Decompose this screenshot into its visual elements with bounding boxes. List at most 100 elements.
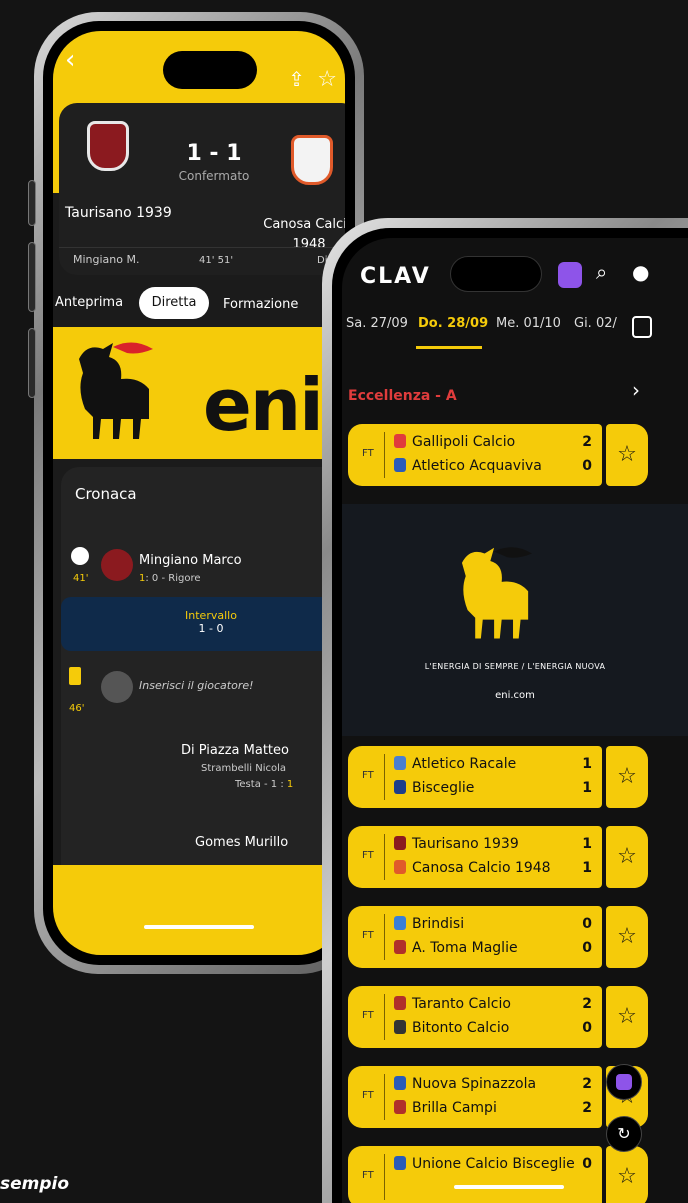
match-card[interactable]: FT Brindisi A. Toma Maglie 0 0	[348, 906, 602, 968]
bottom-bar	[53, 865, 345, 955]
home-score: 2	[582, 434, 592, 450]
six-legged-dog-icon	[79, 342, 153, 439]
away-team: A. Toma Maglie	[394, 940, 518, 956]
date-tab[interactable]: Me. 01/10	[496, 316, 561, 331]
match-tabs: Anteprima Diretta Formazione	[53, 287, 345, 327]
team-crest-icon	[394, 1020, 406, 1034]
home-team-name: Nuova Spinazzola	[412, 1076, 537, 1092]
eni-advert[interactable]: L'ENERGIA DI SEMPRE / L'ENERGIA NUOVA en…	[342, 504, 688, 736]
home-scorer: Mingiano M.	[73, 253, 140, 266]
goal-detail-text: Testa - 1 :	[235, 779, 287, 790]
ad-url[interactable]: eni.com	[342, 690, 688, 701]
back-icon[interactable]: ‹	[65, 45, 75, 75]
date-tab[interactable]: Gi. 02/	[574, 316, 617, 331]
match-row[interactable]: FT Taurisano 1939 Canosa Calcio 1948 1 1…	[348, 826, 648, 888]
divider	[384, 834, 385, 880]
tab-formazione[interactable]: Formazione	[223, 297, 298, 312]
halftime-score: 1 - 0	[198, 622, 224, 635]
team-crest-icon	[394, 1076, 406, 1090]
match-status: FT	[362, 1010, 374, 1021]
home-team-name: Taranto Calcio	[412, 996, 511, 1012]
away-team: Atletico Acquaviva	[394, 458, 542, 474]
star-icon[interactable]: ☆	[606, 906, 648, 968]
event-minute: 46'	[69, 703, 85, 714]
halftime-label: Intervallo	[185, 609, 237, 622]
away-score: 1	[582, 780, 592, 796]
divider	[384, 1154, 385, 1200]
live-feed: Cronaca 41' Mingiano Marco 1: 0 - Rigore…	[61, 467, 345, 887]
match-card[interactable]: FT Unione Calcio Bisceglie 0	[348, 1146, 602, 1203]
sub-player[interactable]: Di Piazza Matteo	[181, 743, 289, 758]
match-status: FT	[362, 1170, 374, 1181]
placeholder-avatar[interactable]	[101, 671, 133, 703]
away-score: 0	[582, 458, 592, 474]
event-player[interactable]: Gomes Murillo	[195, 835, 288, 850]
date-selector: Sa. 27/09 Do. 28/09 Me. 01/10 Gi. 02/	[342, 306, 688, 350]
badge-fab-icon[interactable]	[606, 1064, 642, 1100]
app-header: CLAV ⌕ ●	[342, 238, 688, 298]
star-icon[interactable]: ☆	[317, 67, 337, 92]
user-icon[interactable]: ●	[632, 260, 649, 284]
home-team-name[interactable]: Taurisano 1939	[65, 205, 172, 221]
match-card[interactable]: FT Gallipoli Calcio Atletico Acquaviva 2…	[348, 424, 602, 486]
match-row[interactable]: FT Atletico Racale Bisceglie 1 1 ☆	[348, 746, 648, 808]
tab-anteprima[interactable]: Anteprima	[55, 295, 123, 310]
star-icon[interactable]: ☆	[606, 986, 648, 1048]
match-status: FT	[362, 770, 374, 781]
away-score: 0	[582, 1020, 592, 1036]
team-crest-icon	[394, 940, 406, 954]
player-avatar[interactable]	[101, 549, 133, 581]
away-team: Canosa Calcio 1948	[394, 860, 551, 876]
team-crest-icon	[394, 996, 406, 1010]
badge-icon[interactable]	[558, 262, 582, 288]
league-title[interactable]: Eccellenza - A	[348, 388, 457, 404]
match-card[interactable]: FT Atletico Racale Bisceglie 1 1	[348, 746, 602, 808]
goal-detail-score: 1	[286, 779, 294, 790]
yellow-card-icon	[69, 667, 81, 685]
home-team: Brindisi	[394, 916, 464, 932]
refresh-icon[interactable]: ↻	[606, 1116, 642, 1152]
date-tab[interactable]: Sa. 27/09	[346, 316, 408, 331]
match-status: FT	[362, 1090, 374, 1101]
dynamic-island	[450, 256, 542, 292]
goal-minutes: 41' 51'	[199, 255, 234, 266]
match-row[interactable]: FT Gallipoli Calcio Atletico Acquaviva 2…	[348, 424, 648, 486]
date-tab-active[interactable]: Do. 28/09	[418, 316, 488, 331]
match-card[interactable]: FT Nuova Spinazzola Brilla Campi 2 2	[348, 1066, 602, 1128]
home-team-name: Atletico Racale	[412, 756, 517, 772]
match-row[interactable]: FT Unione Calcio Bisceglie 0 ☆	[348, 1146, 648, 1203]
match-row[interactable]: FT Brindisi A. Toma Maglie 0 0 ☆	[348, 906, 648, 968]
side-button	[28, 242, 36, 312]
team-crest-icon	[394, 780, 406, 794]
app-logo[interactable]: CLAV	[360, 264, 431, 289]
calendar-icon[interactable]	[632, 316, 652, 338]
match-row[interactable]: FT Nuova Spinazzola Brilla Campi 2 2 ☆	[348, 1066, 648, 1128]
add-player-prompt[interactable]: Inserisci il giocatore!	[139, 679, 254, 692]
event-player[interactable]: Mingiano Marco	[139, 553, 242, 568]
eni-banner[interactable]: eni	[53, 327, 345, 459]
away-score: 2	[582, 1100, 592, 1116]
divider	[384, 994, 385, 1040]
home-team: Taurisano 1939	[394, 836, 519, 852]
share-icon[interactable]: ⇪	[288, 67, 305, 91]
search-icon[interactable]: ⌕	[596, 260, 607, 284]
star-icon[interactable]: ☆	[606, 826, 648, 888]
home-indicator	[144, 925, 254, 929]
away-team: Bisceglie	[394, 780, 474, 796]
tab-diretta[interactable]: Diretta	[139, 287, 209, 319]
match-row[interactable]: FT Taranto Calcio Bitonto Calcio 2 0 ☆	[348, 986, 648, 1048]
side-button	[28, 328, 36, 398]
away-team-name: Bisceglie	[412, 780, 475, 796]
star-icon[interactable]: ☆	[606, 424, 648, 486]
chevron-right-icon[interactable]: ›	[632, 378, 640, 402]
bezel: CLAV ⌕ ● Sa. 27/09 Do. 28/09 Me. 01/10 G…	[332, 228, 688, 1203]
team-crest-icon	[394, 1156, 406, 1170]
match-card[interactable]: FT Taurisano 1939 Canosa Calcio 1948 1 1	[348, 826, 602, 888]
match-card[interactable]: FT Taranto Calcio Bitonto Calcio 2 0	[348, 986, 602, 1048]
home-team-name: Brindisi	[412, 916, 465, 932]
eni-logo-text: eni	[203, 363, 324, 447]
star-icon[interactable]: ☆	[606, 746, 648, 808]
home-team: Nuova Spinazzola	[394, 1076, 536, 1092]
phone-left: ‹ ⇪ ☆ 1 - 1 Confermato Taurisano 1939 Ca…	[28, 12, 364, 974]
star-icon[interactable]: ☆	[606, 1146, 648, 1203]
